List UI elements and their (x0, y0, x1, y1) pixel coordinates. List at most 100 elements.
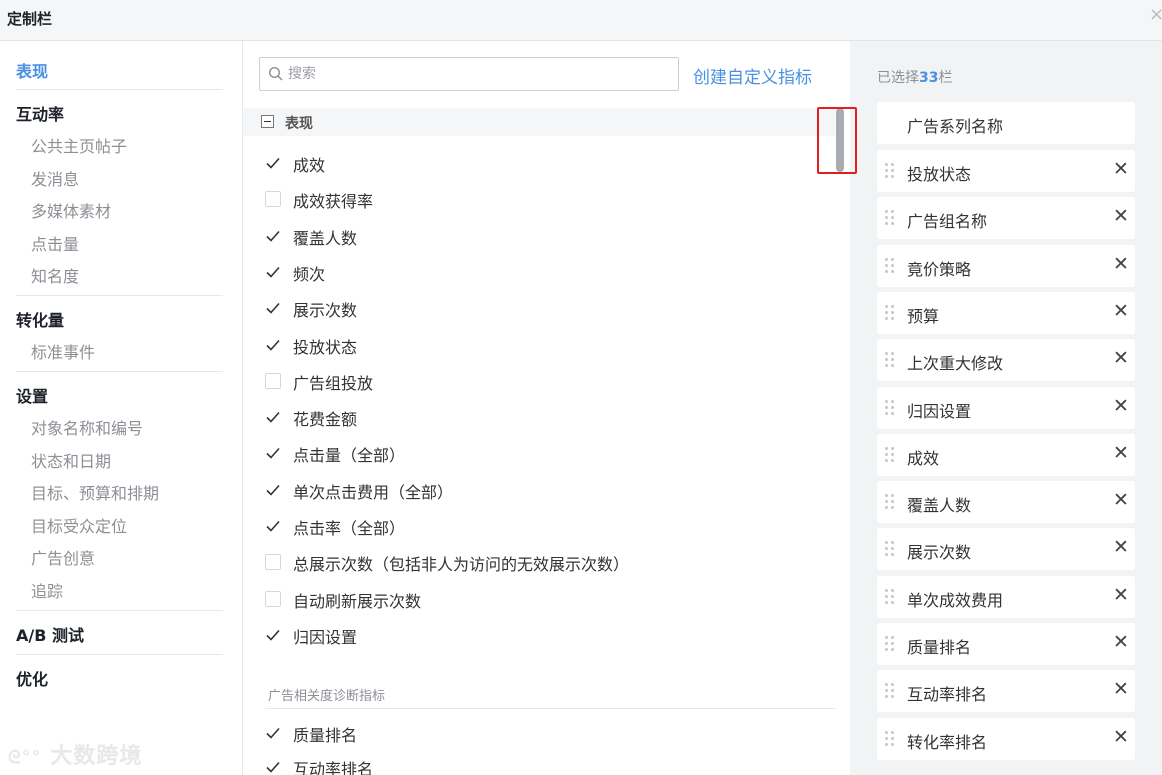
search-input[interactable] (288, 64, 668, 84)
sub-group-header: 广告相关度诊断指标 (268, 689, 386, 704)
nav-section-optimization[interactable]: 优化 (16, 666, 48, 690)
selected-column-chip[interactable]: 归因设置 ✕ (877, 386, 1135, 429)
close-icon[interactable]: × (1149, 6, 1162, 24)
checkmark-icon[interactable] (265, 337, 281, 353)
nav-item-status-dates[interactable]: 状态和日期 (31, 448, 111, 472)
remove-icon[interactable]: ✕ (1113, 538, 1129, 557)
drag-handle-icon[interactable] (885, 399, 895, 416)
remove-icon[interactable]: ✕ (1113, 443, 1129, 463)
metric-label: 归因设置 (293, 627, 358, 647)
nav-item-clicks[interactable]: 点击量 (31, 231, 79, 255)
remove-icon[interactable]: ✕ (1113, 633, 1129, 652)
selected-column-chip[interactable]: 广告组名称 ✕ (877, 197, 1135, 240)
nav-section-conversions[interactable]: 转化量 (16, 307, 64, 331)
remove-icon[interactable]: ✕ (1113, 254, 1129, 274)
checkmark-icon[interactable] (265, 228, 281, 244)
selected-column-chip[interactable]: 竟价策略 ✕ (877, 244, 1135, 287)
selected-column-chip[interactable]: 互动率排名 ✕ (877, 670, 1135, 713)
checkbox-empty[interactable] (265, 590, 281, 607)
checkmark-icon[interactable] (265, 518, 281, 534)
checkmark-icon[interactable] (265, 725, 281, 741)
chip-label: 竟价策略 (907, 259, 972, 279)
selected-column-chip[interactable]: 投放状态 ✕ (877, 150, 1135, 192)
nav-item-media[interactable]: 多媒体素材 (31, 198, 111, 222)
nav-divider (16, 295, 223, 296)
checkmark-icon[interactable] (265, 482, 281, 498)
selected-column-chip[interactable]: 转化率排名 ✕ (877, 717, 1135, 760)
nav-divider (16, 610, 223, 611)
drag-handle-icon[interactable] (885, 304, 895, 321)
remove-icon[interactable]: ✕ (1113, 160, 1129, 179)
chip-label: 成效 (907, 448, 940, 468)
checkmark-icon[interactable] (265, 300, 281, 316)
drag-handle-icon[interactable] (885, 210, 895, 226)
collapse-icon[interactable] (261, 115, 274, 128)
drag-handle-icon[interactable] (885, 588, 895, 605)
nav-item-standard-events[interactable]: 标准事件 (31, 339, 95, 363)
selected-column-chip[interactable]: 质量排名 ✕ (877, 623, 1135, 665)
selected-column-chip[interactable]: 预算 ✕ (877, 291, 1135, 334)
sub-group-divider (265, 708, 835, 709)
drag-handle-icon[interactable] (885, 541, 895, 557)
create-custom-metric-link[interactable]: 创建自定义指标 (693, 63, 812, 88)
chip-label: 上次重大修改 (907, 354, 1004, 374)
search-icon (268, 66, 283, 81)
nav-item-object-names[interactable]: 对象名称和编号 (31, 415, 143, 439)
nav-item-targeting[interactable]: 目标受众定位 (31, 513, 127, 537)
category-nav: 表现 互动率 公共主页帖子 发消息 多媒体素材 点击量 知名度 转化量 标准事件… (0, 41, 243, 775)
drag-handle-icon[interactable] (885, 636, 895, 652)
remove-icon[interactable]: ✕ (1113, 585, 1129, 605)
checkbox-empty[interactable] (265, 372, 281, 389)
checkmark-icon[interactable] (265, 409, 281, 425)
remove-icon[interactable]: ✕ (1113, 349, 1129, 368)
dialog-titlebar: 定制栏 × (0, 0, 1162, 41)
nav-section-ab-test[interactable]: A/B 测试 (16, 622, 84, 646)
drag-handle-icon[interactable] (885, 163, 895, 179)
watermark: ᘓ°° 大数跨境 (8, 744, 143, 769)
group-header-performance[interactable]: 表现 (243, 108, 835, 136)
checkmark-icon[interactable] (265, 445, 281, 461)
selected-column-chip[interactable]: 上次重大修改 ✕ (877, 339, 1135, 382)
nav-item-page-posts[interactable]: 公共主页帖子 (31, 133, 127, 157)
search-box[interactable] (259, 57, 679, 91)
metric-label: 频次 (293, 264, 326, 284)
nav-section-engagement[interactable]: 互动率 (16, 101, 64, 125)
checkmark-icon[interactable] (265, 759, 281, 775)
chip-label: 覆盖人数 (907, 496, 972, 516)
checkbox-empty[interactable] (265, 554, 281, 571)
drag-handle-icon[interactable] (885, 352, 895, 368)
remove-icon[interactable]: ✕ (1113, 727, 1129, 747)
selected-columns-panel: 已选择33栏 广告系列名称 投放状态 ✕ 广告组名称 ✕ 竟价策略 ✕ 预算 ✕ 上次重大修改 ✕… (850, 41, 1162, 775)
checkbox-empty[interactable] (265, 191, 281, 208)
remove-icon[interactable]: ✕ (1113, 491, 1129, 510)
remove-icon[interactable]: ✕ (1113, 207, 1129, 226)
drag-handle-icon[interactable] (885, 683, 895, 699)
nav-section-performance[interactable]: 表现 (16, 58, 48, 82)
group-header-label: 表现 (285, 116, 313, 132)
nav-item-tracking[interactable]: 追踪 (31, 578, 63, 602)
drag-handle-icon[interactable] (885, 257, 895, 274)
chip-label: 互动率排名 (907, 685, 988, 705)
checkmark-icon[interactable] (265, 155, 281, 171)
nav-divider (16, 89, 223, 90)
selected-column-chip[interactable]: 覆盖人数 ✕ (877, 481, 1135, 524)
remove-icon[interactable]: ✕ (1113, 680, 1129, 699)
remove-icon[interactable]: ✕ (1113, 396, 1129, 416)
selected-column-chip[interactable]: 单次成效费用 ✕ (877, 575, 1135, 618)
checkmark-icon[interactable] (265, 264, 281, 280)
chip-label: 转化率排名 (907, 732, 988, 752)
selected-column-chip[interactable]: 展示次数 ✕ (877, 528, 1135, 571)
nav-item-messaging[interactable]: 发消息 (31, 166, 79, 190)
drag-handle-icon[interactable] (885, 446, 895, 463)
drag-handle-icon[interactable] (885, 730, 895, 747)
nav-item-awareness[interactable]: 知名度 (31, 263, 79, 287)
drag-handle-icon[interactable] (885, 494, 895, 510)
metric-label: 质量排名 (293, 726, 358, 745)
selected-column-chip[interactable]: 成效 ✕ (877, 433, 1135, 476)
metric-label: 成效 (293, 156, 326, 175)
checkmark-icon[interactable] (265, 627, 281, 643)
nav-section-settings[interactable]: 设置 (16, 383, 48, 407)
nav-item-goal-budget[interactable]: 目标、预算和排期 (31, 480, 159, 504)
remove-icon[interactable]: ✕ (1113, 301, 1129, 321)
nav-item-creative[interactable]: 广告创意 (31, 545, 95, 569)
